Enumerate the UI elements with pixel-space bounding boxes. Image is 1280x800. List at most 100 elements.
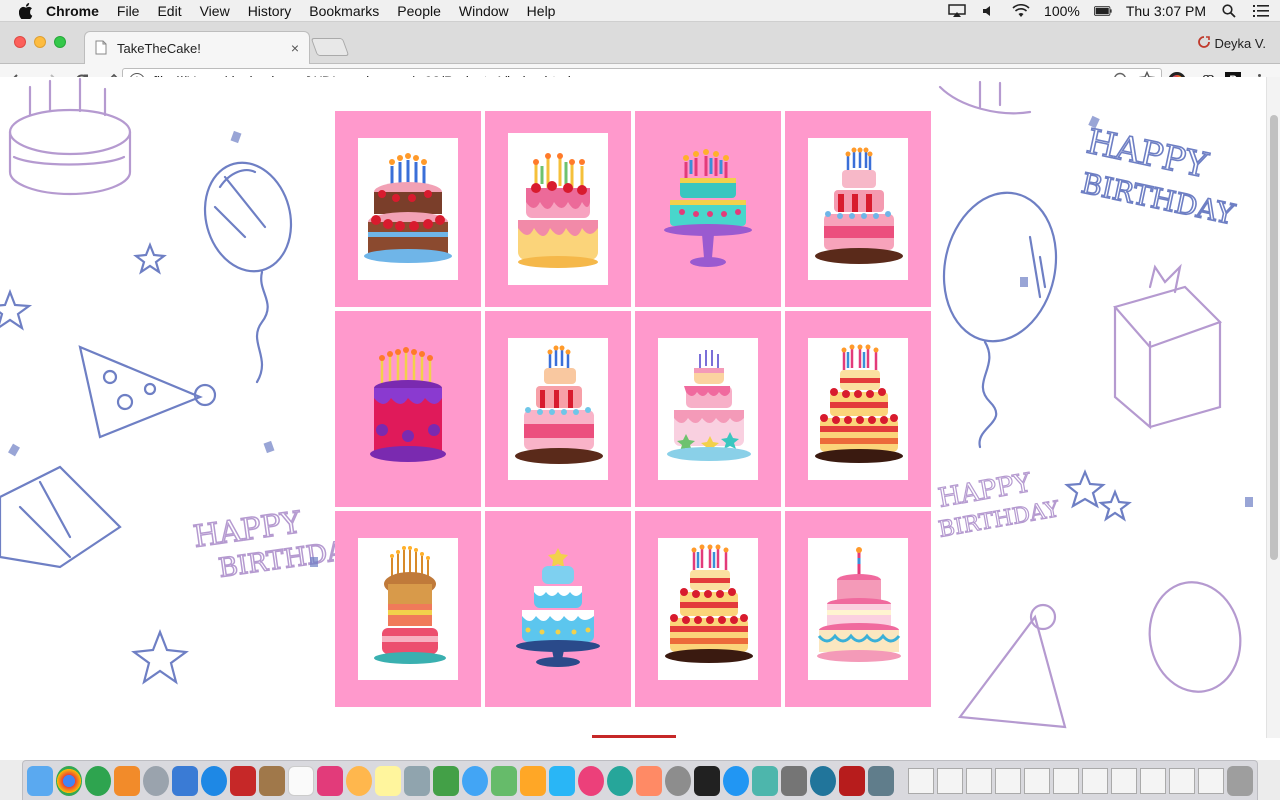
- cake-image: [358, 138, 458, 280]
- slack-icon[interactable]: [317, 765, 343, 796]
- chrome-icon[interactable]: [56, 765, 82, 796]
- cake-card[interactable]: [785, 311, 931, 507]
- cake-card[interactable]: [485, 511, 631, 707]
- cake-card[interactable]: [635, 111, 781, 307]
- menu-edit[interactable]: Edit: [157, 3, 181, 19]
- new-tab-button[interactable]: [310, 38, 350, 56]
- wifi-icon[interactable]: [1012, 4, 1030, 18]
- battery-icon[interactable]: [1093, 4, 1112, 18]
- tab-strip: TakeTheCake! × Deyka V.: [0, 22, 1280, 64]
- cake-card[interactable]: [335, 311, 481, 507]
- notes-icon[interactable]: [375, 765, 401, 796]
- cake-icon: [515, 345, 603, 464]
- menu-window[interactable]: Window: [459, 3, 509, 19]
- keynote-icon[interactable]: [549, 765, 575, 796]
- trash-icon[interactable]: [1227, 765, 1253, 796]
- cake-card[interactable]: [485, 311, 631, 507]
- cake-image: [658, 538, 758, 680]
- calendar-icon[interactable]: [288, 765, 314, 796]
- filezilla-icon[interactable]: [230, 765, 256, 796]
- minimized-window[interactable]: [1140, 767, 1166, 794]
- memory-game-board: [335, 111, 935, 709]
- messages-icon[interactable]: [462, 765, 488, 796]
- dictionary-icon[interactable]: [839, 765, 865, 796]
- atom-icon[interactable]: [85, 765, 111, 796]
- page-viewport: HAPPY BIRTHDAY HAPPY BIRTHDAY HAPPY BIRT…: [0, 77, 1266, 738]
- minimized-window[interactable]: [1082, 767, 1108, 794]
- preview-docs-icon[interactable]: [404, 765, 430, 796]
- cake-image: [808, 338, 908, 480]
- scrollbar-thumb[interactable]: [1270, 115, 1278, 560]
- menu-people[interactable]: People: [397, 3, 441, 19]
- clock[interactable]: Thu 3:07 PM: [1126, 3, 1206, 19]
- cake-icon: [374, 546, 446, 664]
- volume-icon[interactable]: [980, 4, 998, 18]
- cake-icon: [667, 350, 751, 461]
- cake-icon: [665, 544, 753, 663]
- cake-card[interactable]: [335, 111, 481, 307]
- zoom-window-button[interactable]: [54, 36, 66, 48]
- minimized-window[interactable]: [1198, 767, 1224, 794]
- minimized-window[interactable]: [1111, 767, 1137, 794]
- ibooks-icon[interactable]: [636, 765, 662, 796]
- profile-button[interactable]: Deyka V.: [1198, 36, 1266, 51]
- cake-icon: [370, 347, 446, 462]
- apple-menu-icon[interactable]: [18, 2, 34, 19]
- menu-bookmarks[interactable]: Bookmarks: [309, 3, 379, 19]
- cake-icon: [364, 153, 452, 263]
- notification-center-icon[interactable]: [1252, 4, 1270, 18]
- wordpress-icon[interactable]: [810, 765, 836, 796]
- minimized-window[interactable]: [908, 767, 934, 794]
- menu-history[interactable]: History: [248, 3, 292, 19]
- terminal-icon[interactable]: [694, 765, 720, 796]
- cake-icon: [815, 344, 903, 463]
- minimized-window[interactable]: [937, 767, 963, 794]
- spotlight-search-icon[interactable]: [1220, 4, 1238, 18]
- finder-icon[interactable]: [27, 765, 53, 796]
- notebook-icon[interactable]: [259, 765, 285, 796]
- money-icon[interactable]: [607, 765, 633, 796]
- image-capture-icon[interactable]: [752, 765, 778, 796]
- system-preferences-icon[interactable]: [665, 765, 691, 796]
- cake-icon: [815, 147, 903, 264]
- tab-close-icon[interactable]: ×: [291, 40, 299, 56]
- cake-card[interactable]: [635, 311, 781, 507]
- minimized-window[interactable]: [966, 767, 992, 794]
- menu-view[interactable]: View: [200, 3, 230, 19]
- cake-card[interactable]: [335, 511, 481, 707]
- tab-takethecake[interactable]: TakeTheCake! ×: [84, 31, 310, 64]
- minimized-window[interactable]: [1053, 767, 1079, 794]
- numbers-icon[interactable]: [433, 765, 459, 796]
- menu-file[interactable]: File: [117, 3, 140, 19]
- sublime-text-icon[interactable]: [114, 765, 140, 796]
- vertical-scrollbar[interactable]: [1266, 77, 1280, 738]
- scanner-icon[interactable]: [868, 765, 894, 796]
- safari-icon[interactable]: [201, 765, 227, 796]
- facetime-icon[interactable]: [491, 765, 517, 796]
- cake-image: [508, 538, 608, 680]
- cake-card[interactable]: [785, 511, 931, 707]
- itunes-icon[interactable]: [578, 765, 604, 796]
- cake-icon: [664, 149, 752, 267]
- close-window-button[interactable]: [14, 36, 26, 48]
- cake-card[interactable]: [485, 111, 631, 307]
- cake-card[interactable]: [635, 511, 781, 707]
- launchpad-icon[interactable]: [143, 765, 169, 796]
- tab-title: TakeTheCake!: [117, 40, 201, 56]
- menu-help[interactable]: Help: [527, 3, 556, 19]
- app-store-icon[interactable]: [723, 765, 749, 796]
- minimized-window[interactable]: [1024, 767, 1050, 794]
- cake-card[interactable]: [785, 111, 931, 307]
- pages-icon[interactable]: [520, 765, 546, 796]
- cake-icon: [817, 547, 901, 662]
- macos-menu-bar: Chrome File Edit View History Bookmarks …: [0, 0, 1280, 22]
- airplay-icon[interactable]: [948, 4, 966, 18]
- minimized-window[interactable]: [995, 767, 1021, 794]
- minimize-window-button[interactable]: [34, 36, 46, 48]
- preview-icon[interactable]: [172, 765, 198, 796]
- trash-can-app-icon[interactable]: [781, 765, 807, 796]
- minimized-window[interactable]: [1169, 767, 1195, 794]
- menu-app-chrome[interactable]: Chrome: [46, 3, 99, 19]
- cake-image: [508, 133, 608, 285]
- photos-icon[interactable]: [346, 765, 372, 796]
